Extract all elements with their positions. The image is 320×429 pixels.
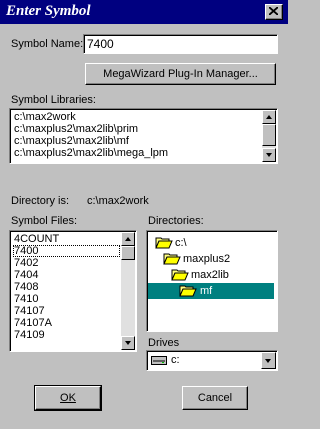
- file-item-selected[interactable]: 7400: [13, 245, 120, 257]
- open-folder-icon: [155, 237, 173, 249]
- scroll-thumb[interactable]: [121, 246, 135, 260]
- file-item[interactable]: 74109: [13, 329, 120, 341]
- directories-label: Directories:: [148, 215, 204, 227]
- dir-label: c:\: [175, 237, 187, 249]
- library-item[interactable]: c:\maxplus2\max2lib\prim: [13, 123, 259, 135]
- scroll-down-button[interactable]: [262, 148, 276, 162]
- megawizard-button[interactable]: MegaWizard Plug-In Manager...: [85, 63, 276, 85]
- file-item[interactable]: 7404: [13, 269, 120, 281]
- file-item[interactable]: 7402: [13, 257, 120, 269]
- ok-button-label: OK: [60, 392, 76, 404]
- dir-item[interactable]: maxplus2: [163, 251, 273, 267]
- directories-list[interactable]: c:\ maxplus2 max2lib mf: [146, 230, 278, 332]
- open-folder-icon: [179, 285, 197, 297]
- scroll-up-icon: [125, 237, 131, 241]
- drives-value: c:: [171, 354, 180, 366]
- symbol-files-label: Symbol Files:: [11, 215, 78, 227]
- symbol-files-list[interactable]: 4COUNT 7400 7402 7404 7408 7410 74107 74…: [9, 230, 137, 352]
- scroll-down-icon: [125, 341, 131, 345]
- dir-label: maxplus2: [183, 253, 231, 265]
- window-title: Enter Symbol: [6, 3, 91, 19]
- directory-value: c:\max2work: [87, 195, 149, 207]
- scroll-up-button[interactable]: [262, 110, 276, 124]
- library-item[interactable]: c:\maxplus2\max2lib\mf: [13, 135, 259, 147]
- dir-item[interactable]: max2lib: [171, 267, 271, 283]
- close-icon: [269, 7, 278, 15]
- scroll-up-icon: [266, 115, 272, 119]
- file-item[interactable]: 74107A: [13, 317, 120, 329]
- file-item[interactable]: 7410: [13, 293, 120, 305]
- dir-item-selected[interactable]: mf: [148, 283, 274, 299]
- cancel-button[interactable]: Cancel: [182, 386, 248, 410]
- scroll-up-button[interactable]: [121, 232, 135, 246]
- symbol-libraries-label: Symbol Libraries:: [11, 94, 96, 106]
- symbol-name-value: 7400: [87, 37, 114, 51]
- file-item[interactable]: 7408: [13, 281, 120, 293]
- library-item[interactable]: c:\max2work: [13, 111, 259, 123]
- cancel-button-label: Cancel: [197, 392, 233, 404]
- drives-select[interactable]: c:: [146, 350, 278, 371]
- symbol-name-field[interactable]: 7400: [83, 34, 278, 54]
- megawizard-button-label: MegaWizard Plug-In Manager...: [103, 68, 258, 80]
- file-item[interactable]: 74107: [13, 305, 120, 317]
- scroll-down-icon: [266, 153, 272, 157]
- directory-label: Directory is:: [11, 195, 70, 207]
- drives-dropdown-button[interactable]: [261, 352, 276, 369]
- dir-label: max2lib: [191, 269, 229, 281]
- dir-item[interactable]: c:\: [155, 235, 265, 251]
- chevron-down-icon: [265, 359, 271, 363]
- scroll-thumb[interactable]: [262, 124, 276, 146]
- dir-label: mf: [200, 285, 213, 297]
- title-bar: Enter Symbol: [0, 0, 288, 24]
- drives-label: Drives: [148, 337, 180, 349]
- symbol-libraries-list[interactable]: c:\max2work c:\maxplus2\max2lib\prim c:\…: [9, 108, 278, 164]
- file-item[interactable]: 4COUNT: [13, 233, 120, 245]
- library-item[interactable]: c:\maxplus2\max2lib\mega_lpm: [13, 147, 259, 159]
- open-folder-icon: [163, 253, 181, 265]
- libraries-scrollbar[interactable]: [262, 110, 276, 162]
- open-folder-icon: [171, 269, 189, 281]
- ok-button[interactable]: OK: [34, 385, 102, 411]
- scroll-down-button[interactable]: [121, 336, 135, 350]
- files-scrollbar[interactable]: [121, 232, 135, 350]
- symbol-name-label: Symbol Name:: [11, 38, 84, 50]
- close-button[interactable]: [265, 4, 283, 20]
- drive-icon: [151, 356, 167, 365]
